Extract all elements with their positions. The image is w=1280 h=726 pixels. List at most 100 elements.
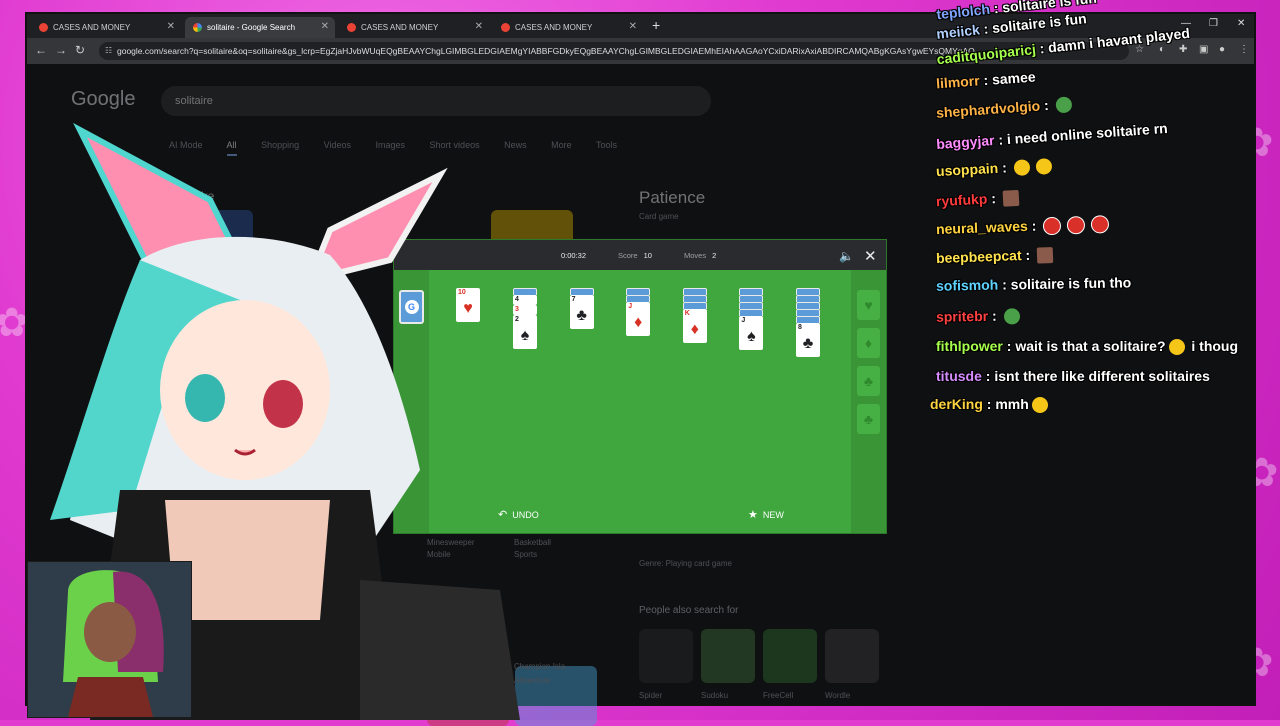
sudoku-thumbnail[interactable] bbox=[701, 629, 755, 683]
chat-separator: : bbox=[982, 368, 994, 384]
chat-separator: : bbox=[1003, 338, 1015, 354]
freecell-thumbnail[interactable] bbox=[763, 629, 817, 683]
result-caption: Champion Isla... bbox=[514, 662, 572, 671]
chat-separator: : bbox=[987, 190, 1000, 207]
moves-label: Moves bbox=[684, 251, 706, 260]
new-label: NEW bbox=[763, 510, 784, 520]
spider-thumbnail[interactable] bbox=[639, 629, 693, 683]
foundation-clubs[interactable]: ♣ bbox=[857, 366, 880, 396]
game-timer: 0:00:32 bbox=[561, 251, 586, 260]
face-down-card bbox=[626, 295, 650, 302]
face-down-card bbox=[796, 309, 820, 316]
chat-username[interactable]: beepbeepcat bbox=[936, 247, 1022, 266]
card-7-black[interactable]: 7 ♣ bbox=[570, 295, 594, 329]
chat-message: shephardvolgio : bbox=[936, 95, 1076, 122]
chat-separator: : bbox=[1028, 217, 1041, 233]
also-label-wordle[interactable]: Wordle bbox=[825, 691, 850, 700]
result-thumbnail[interactable] bbox=[515, 666, 597, 726]
wordle-thumbnail[interactable] bbox=[825, 629, 879, 683]
close-game-icon[interactable]: ✕ bbox=[864, 247, 877, 265]
chat-text: isnt there like different solitaires bbox=[994, 368, 1210, 384]
chat-separator: : bbox=[983, 396, 995, 412]
pepe-emote-icon bbox=[1055, 97, 1072, 114]
face-down-card bbox=[683, 288, 707, 295]
thumb-emote-icon bbox=[1032, 397, 1048, 413]
foundation-hearts[interactable]: ♥ bbox=[857, 290, 880, 320]
angry-emote-icon bbox=[1091, 215, 1110, 234]
chat-username[interactable]: titusde bbox=[936, 368, 982, 384]
diamond-icon: ♦ bbox=[865, 335, 872, 351]
chat-message: fithlpower : wait is that a solitaire? i… bbox=[936, 338, 1238, 355]
chat-separator: : bbox=[1021, 247, 1034, 263]
tableau-column: J ♦ bbox=[626, 288, 650, 336]
angry-emote-icon bbox=[1043, 217, 1062, 236]
chat-message: beepbeepcat : bbox=[936, 246, 1057, 267]
tableau-column: K ♦ bbox=[683, 288, 707, 343]
chat-username[interactable]: neural_waves bbox=[936, 218, 1028, 237]
chat-text: solitaire is fun tho bbox=[1011, 274, 1132, 292]
card-J-red[interactable]: J ♦ bbox=[626, 302, 650, 336]
card-8-black[interactable]: 8 ♣ bbox=[796, 323, 820, 357]
chat-username[interactable]: sofismoh bbox=[936, 277, 999, 294]
chat-message: usoppain : bbox=[936, 157, 1055, 180]
suit-icon: ♣ bbox=[796, 335, 820, 353]
face-emote-icon bbox=[1037, 247, 1054, 264]
thumb-emote-icon bbox=[1013, 160, 1030, 177]
webcam-top bbox=[68, 677, 153, 717]
chat-username[interactable]: spritebr bbox=[936, 308, 988, 325]
chat-message: spritebr : bbox=[936, 307, 1023, 326]
moves-display: Moves2 bbox=[684, 251, 716, 260]
chat-username[interactable]: lilmorr bbox=[936, 72, 981, 91]
filter-more[interactable]: More bbox=[551, 140, 572, 150]
card-J-black[interactable]: J ♠ bbox=[739, 316, 763, 350]
face-down-card bbox=[626, 288, 650, 295]
avatar-arm bbox=[360, 580, 520, 720]
webcam-face bbox=[84, 602, 136, 662]
foundation-clubs-2[interactable]: ♣ bbox=[857, 404, 880, 434]
chat-username[interactable]: caditquoiparicj bbox=[936, 41, 1037, 67]
card-rank: J bbox=[628, 303, 632, 311]
star-icon: ★ bbox=[748, 509, 758, 521]
suit-icon: ♦ bbox=[626, 314, 650, 332]
heart-icon: ♥ bbox=[864, 297, 872, 313]
card-rank: K bbox=[685, 310, 690, 318]
card-rank: 7 bbox=[572, 296, 576, 304]
face-down-card bbox=[683, 295, 707, 302]
filter-tools[interactable]: Tools bbox=[596, 140, 617, 150]
chat-message: sofismoh : solitaire is fun tho bbox=[936, 274, 1132, 293]
suit-icon: ♦ bbox=[683, 321, 707, 339]
chat-username[interactable]: meiick bbox=[936, 21, 981, 41]
chat-username[interactable]: teplolch bbox=[936, 1, 991, 23]
chat-username[interactable]: fithlpower bbox=[936, 338, 1003, 354]
face-down-card bbox=[683, 302, 707, 309]
chat-username[interactable]: derKing bbox=[930, 396, 983, 412]
sound-icon[interactable]: 🔈 bbox=[839, 249, 854, 263]
chat-username[interactable]: shephardvolgio bbox=[936, 98, 1041, 121]
tableau-column: 7 ♣ bbox=[570, 288, 594, 329]
chat-message: ryufukp : bbox=[936, 189, 1023, 211]
foundation-area: ♥ ♦ ♣ ♣ bbox=[851, 270, 886, 533]
chat-username[interactable]: baggyjar bbox=[936, 132, 995, 152]
close-tab-icon[interactable]: ✕ bbox=[629, 21, 637, 32]
also-label-spider[interactable]: Spider bbox=[639, 691, 662, 700]
chat-username[interactable]: usoppain bbox=[936, 160, 999, 179]
face-down-card bbox=[796, 302, 820, 309]
foundation-diamonds[interactable]: ♦ bbox=[857, 328, 880, 358]
chat-message: derKing : mmh bbox=[930, 396, 1051, 413]
face-down-card bbox=[570, 288, 594, 295]
chat-text: mmh bbox=[995, 396, 1028, 412]
new-tab-button[interactable]: + bbox=[652, 17, 660, 33]
card-K-red[interactable]: K ♦ bbox=[683, 309, 707, 343]
also-label-freecell[interactable]: FreeCell bbox=[763, 691, 793, 700]
webcam-avatar bbox=[28, 562, 191, 717]
chat-separator: : bbox=[994, 131, 1008, 148]
chat-message: lilmorr : samee bbox=[936, 69, 1036, 92]
chat-username[interactable]: ryufukp bbox=[936, 191, 988, 210]
new-game-button[interactable]: ★ NEW bbox=[748, 508, 784, 521]
also-label-sudoku[interactable]: Sudoku bbox=[701, 691, 728, 700]
face-down-card bbox=[739, 302, 763, 309]
chat-separator: : bbox=[998, 159, 1011, 176]
chat-message: titusde : isnt there like different soli… bbox=[936, 368, 1210, 384]
chat-separator: : bbox=[979, 72, 993, 89]
chat-text: damn i havant played bbox=[1047, 25, 1190, 56]
